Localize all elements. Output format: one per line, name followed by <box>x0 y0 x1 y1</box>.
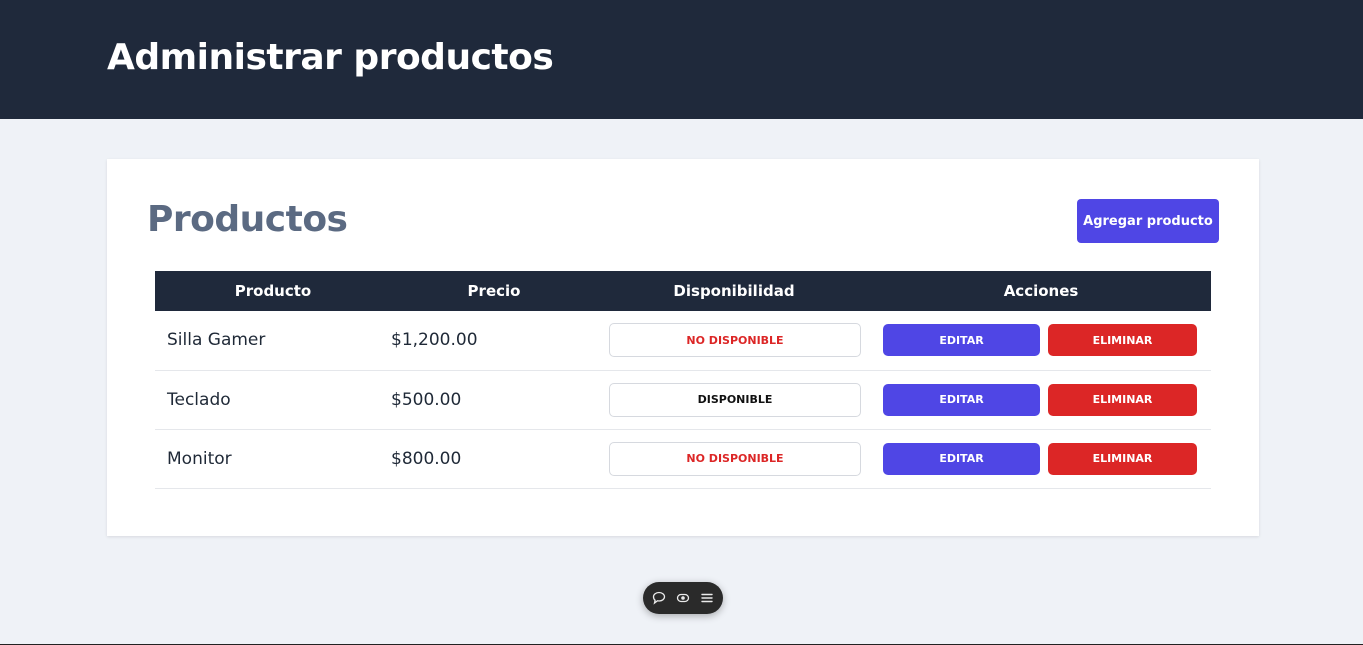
menu-icon[interactable] <box>700 591 714 605</box>
edit-button[interactable]: EDITAR <box>883 442 1040 475</box>
availability-toggle-button[interactable]: NO DISPONIBLE <box>609 441 861 476</box>
product-name: Teclado <box>167 389 231 410</box>
table-row: Silla Gamer $1,200.00 NO DISPONIBLE EDIT… <box>155 311 1211 370</box>
add-product-button[interactable]: Agregar producto <box>1077 199 1219 243</box>
availability-toggle-button[interactable]: NO DISPONIBLE <box>609 323 861 358</box>
card-title: Productos <box>147 199 348 240</box>
product-price: $1,200.00 <box>391 330 478 351</box>
page-header: Administrar productos <box>0 0 1363 119</box>
eye-icon[interactable] <box>676 591 690 605</box>
delete-button[interactable]: ELIMINAR <box>1048 383 1197 416</box>
product-price: $500.00 <box>391 389 462 410</box>
table-row: Teclado $500.00 DISPONIBLE EDITAR ELIMIN… <box>155 370 1211 429</box>
availability-toggle-button[interactable]: DISPONIBLE <box>609 382 861 417</box>
delete-button[interactable]: ELIMINAR <box>1048 324 1197 357</box>
column-header-availability: Disponibilidad <box>673 282 795 300</box>
products-table: Producto Precio Disponibilidad Acciones … <box>155 271 1211 489</box>
product-name: Silla Gamer <box>167 330 266 351</box>
column-header-actions: Acciones <box>1003 282 1079 300</box>
comment-icon[interactable] <box>652 591 666 605</box>
edit-button[interactable]: EDITAR <box>883 324 1040 357</box>
edit-button[interactable]: EDITAR <box>883 383 1040 416</box>
table-row: Monitor $800.00 NO DISPONIBLE EDITAR ELI… <box>155 429 1211 488</box>
column-header-price: Precio <box>467 282 521 300</box>
products-card: Productos Agregar producto Producto Prec… <box>107 159 1259 536</box>
product-name: Monitor <box>167 448 232 469</box>
product-price: $800.00 <box>391 448 462 469</box>
delete-button[interactable]: ELIMINAR <box>1048 442 1197 475</box>
page-title: Administrar productos <box>107 36 554 78</box>
column-header-product: Producto <box>234 282 312 300</box>
floating-toolbar <box>643 582 723 614</box>
table-header-row: Producto Precio Disponibilidad Acciones <box>155 271 1211 311</box>
